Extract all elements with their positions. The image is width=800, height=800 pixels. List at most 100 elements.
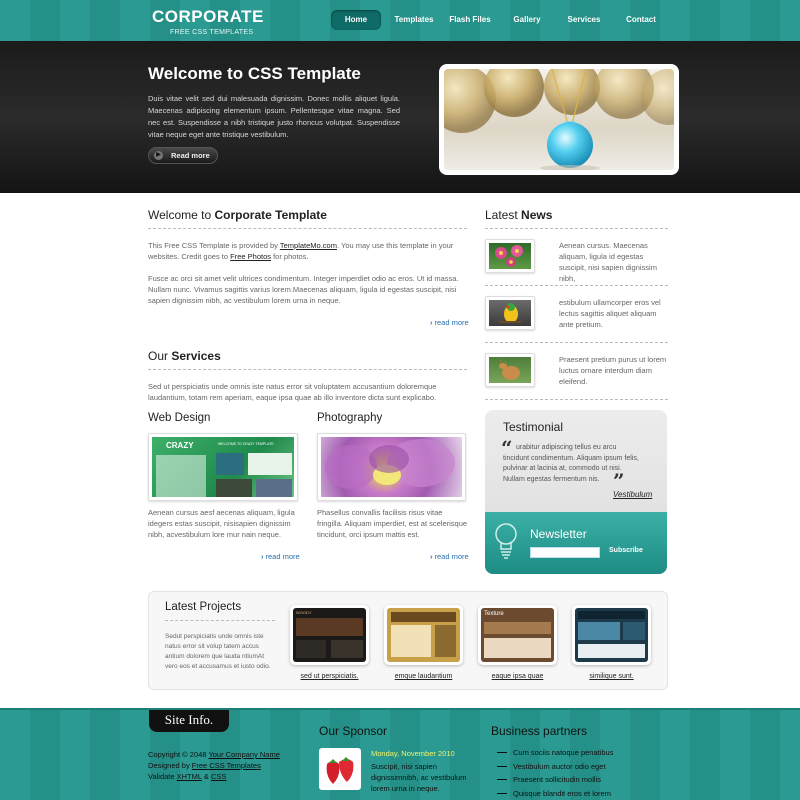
news-item-2-text: estibulum ullamcorper eros vel lectus sa… [559, 298, 661, 329]
project-2-sidebar [435, 625, 456, 657]
news-thumbnail-3[interactable] [485, 353, 535, 387]
newsletter-email-input[interactable] [530, 547, 600, 558]
nav-services[interactable]: Services [561, 10, 607, 30]
projects-heading: Latest Projects [165, 601, 242, 613]
project-thumbnail-3[interactable]: Texture [478, 605, 557, 665]
css-link[interactable]: CSS [211, 772, 226, 781]
company-link[interactable]: Your Company Name [208, 750, 279, 759]
site-header: CORPORATE FREE CSS TEMPLATES Home Templa… [0, 0, 800, 41]
thumb-photo-3 [256, 479, 292, 497]
project-link-4[interactable]: similique sunt. [572, 673, 651, 680]
partners-heading: Business partners [491, 724, 588, 738]
project-4-header [578, 611, 645, 619]
sponsor-text: Suscipit, nisi sapien dignissimnibh, ac … [371, 762, 467, 793]
copyright-line: Copyright © 2048 Your Company Name [148, 749, 298, 760]
logo-tagline: FREE CSS TEMPLATES [170, 29, 254, 36]
banner-read-more-label: Read more [171, 151, 210, 160]
testimonial-box: Testimonial “ urabitur adipiscing tellus… [485, 410, 667, 512]
services-text: Sed ut perspiciatis unde omnis iste natu… [148, 382, 437, 402]
subscribe-button[interactable]: Subscribe [609, 547, 643, 554]
footer-credits: Copyright © 2048 Your Company Name Desig… [148, 749, 298, 782]
project-1-thumb-text: WOODY [296, 610, 312, 615]
banner-text: Duis vitae velit sed dui malesuada digni… [148, 94, 400, 139]
project-link-1[interactable]: sed ut perspiciatis. [290, 673, 369, 680]
welcome-paragraph-2: Fusce ac orci sit amet velit ultrices co… [148, 274, 459, 305]
divider [165, 620, 275, 621]
project-3-banner [484, 622, 551, 634]
divider [148, 369, 467, 370]
xhtml-link[interactable]: XHTML [177, 772, 202, 781]
photography-read-more-link[interactable]: › read more [430, 552, 469, 561]
partner-link[interactable]: Quisque blandit eros et lorem [497, 789, 613, 800]
services-heading: Our Services [148, 349, 221, 363]
free-photos-link[interactable]: Free Photos [230, 252, 271, 261]
divider [485, 399, 668, 400]
designed-by-text: Designed by [148, 761, 190, 770]
welcome-read-more-link[interactable]: › read more [430, 318, 469, 327]
project-2-content [391, 625, 431, 657]
lightbulb-icon [495, 523, 517, 559]
banner-read-more-button[interactable]: ▶ Read more [148, 147, 218, 164]
partner-link[interactable]: Vestibulum auctor odio eget [497, 762, 613, 776]
welcome-read-more-label: read more [434, 318, 469, 327]
web-design-read-more-label: read more [265, 552, 300, 561]
strawberry-image [326, 757, 354, 784]
thumb-sidebar-block [156, 455, 206, 497]
services-heading-bold: Services [171, 349, 221, 363]
nav-home[interactable]: Home [331, 10, 381, 30]
partner-link[interactable]: Praesent sollicitudin mollis [497, 775, 613, 789]
web-design-read-more-link[interactable]: › read more [261, 552, 300, 561]
project-3-content [484, 638, 551, 658]
templatemo-link[interactable]: TemplateMo.com [280, 241, 337, 250]
thumb-heading: WELCOME TO CRAZY TEMPLATE [218, 442, 274, 446]
project-link-3[interactable]: eaque ipsa quae [478, 673, 557, 680]
partner-link[interactable]: Cum sociis natoque penatibus [497, 748, 613, 762]
designer-link[interactable]: Free CSS Templates [192, 761, 261, 770]
site-logo[interactable]: CORPORATE [152, 7, 264, 27]
news-thumbnail-2[interactable] [485, 296, 535, 330]
photography-read-more-label: read more [434, 552, 469, 561]
parrot-image [499, 303, 521, 323]
project-1-block-b [331, 640, 363, 658]
flowers-image [495, 245, 523, 267]
ampersand: & [203, 772, 209, 781]
project-1-block-a [296, 640, 326, 658]
thumb-photo-1 [216, 453, 244, 475]
nav-gallery[interactable]: Gallery [507, 10, 547, 30]
thumb-photo-2 [216, 479, 252, 497]
latest-projects-panel: Latest Projects Sedut perspiciatis unde … [148, 591, 668, 690]
project-thumbnail-2[interactable] [384, 605, 463, 665]
nav-flash-files[interactable]: Flash Files [446, 10, 494, 30]
thumb-text-block [248, 453, 292, 475]
thumb-brand: CRAZY [166, 441, 194, 450]
newsletter-heading: Newsletter [530, 527, 587, 541]
chevron-right-icon: › [430, 318, 433, 327]
nav-contact[interactable]: Contact [621, 10, 661, 30]
testimonial-author[interactable]: Vestibulum [613, 490, 652, 499]
project-thumbnail-1[interactable]: WOODY [290, 605, 369, 665]
testimonial-heading: Testimonial [503, 420, 564, 434]
orchid-image [325, 439, 455, 489]
newsletter-box: Newsletter Subscribe [485, 512, 667, 574]
projects-text: Sedut perspiciatis unde omnis iste natus… [165, 633, 271, 670]
services-heading-prefix: Our [148, 349, 169, 363]
news-heading: Latest News [485, 208, 552, 222]
site-info-tab: Site Info. [149, 710, 229, 732]
welcome-p1-text-c: for photos. [273, 252, 309, 261]
web-design-heading: Web Design [148, 412, 211, 424]
photography-thumbnail[interactable] [317, 433, 466, 501]
project-link-2[interactable]: emque laudantium [384, 673, 463, 680]
hero-banner: Welcome to CSS Template Duis vitae velit… [0, 41, 800, 193]
project-thumbnail-4[interactable] [572, 605, 651, 665]
project-4-sidebar [623, 622, 645, 640]
web-design-thumbnail[interactable]: CRAZY WELCOME TO CRAZY TEMPLATE [148, 433, 298, 501]
divider [485, 342, 668, 343]
chevron-right-icon: › [430, 552, 433, 561]
news-thumbnail-1[interactable] [485, 239, 535, 273]
arrow-right-icon: ▶ [154, 151, 163, 160]
sponsor-image[interactable] [319, 748, 361, 790]
nav-templates[interactable]: Templates [388, 10, 440, 30]
divider [485, 228, 668, 229]
photography-heading: Photography [317, 412, 383, 424]
sponsor-heading: Our Sponsor [319, 724, 388, 738]
